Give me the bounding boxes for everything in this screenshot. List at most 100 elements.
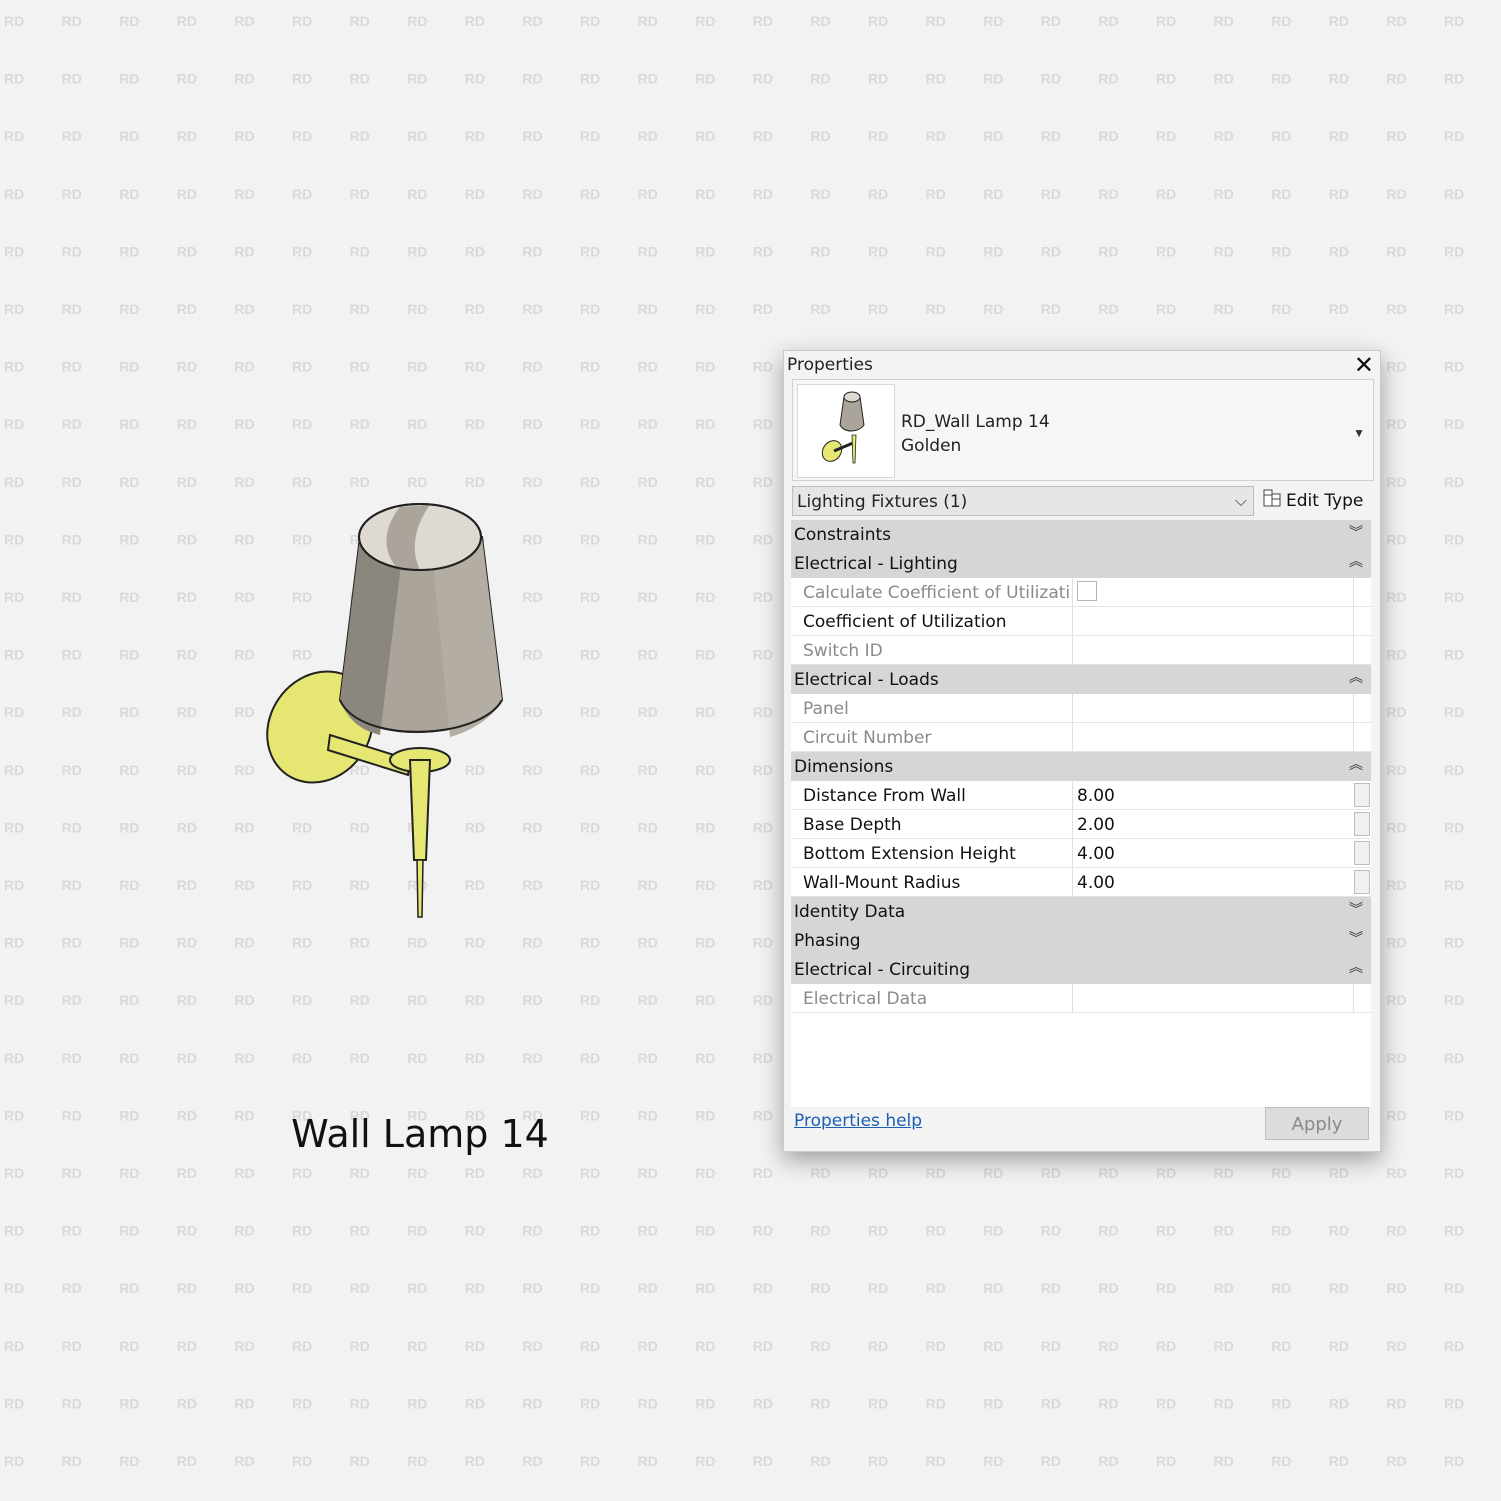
watermark-text: RD bbox=[868, 1165, 888, 1181]
watermark-text: RD bbox=[1214, 1165, 1234, 1181]
watermark-text: RD bbox=[177, 1395, 197, 1411]
group-dimensions[interactable]: Dimensions ︽ bbox=[791, 752, 1371, 781]
watermark-text: RD bbox=[119, 877, 139, 893]
watermark-text: RD bbox=[695, 1165, 715, 1181]
watermark-text: RD bbox=[868, 13, 888, 29]
watermark-text: RD bbox=[350, 71, 370, 87]
watermark-text: RD bbox=[695, 1107, 715, 1123]
watermark-text: RD bbox=[407, 1338, 427, 1354]
watermark-text: RD bbox=[62, 1165, 82, 1181]
watermark-text: RD bbox=[1386, 128, 1406, 144]
collapse-icon[interactable]: ︽ bbox=[1349, 957, 1363, 977]
watermark-text: RD bbox=[4, 531, 24, 547]
watermark-text: RD bbox=[350, 1453, 370, 1469]
group-electrical-lighting[interactable]: Electrical - Lighting ︽ bbox=[791, 549, 1371, 578]
watermark-text: RD bbox=[983, 1338, 1003, 1354]
watermark-text: RD bbox=[1386, 71, 1406, 87]
watermark-text: RD bbox=[1386, 301, 1406, 317]
watermark-text: RD bbox=[4, 1223, 24, 1239]
type-selector[interactable]: RD_Wall Lamp 14 Golden ▼ bbox=[792, 379, 1374, 481]
watermark-text: RD bbox=[1444, 13, 1464, 29]
group-label: Constraints bbox=[794, 525, 891, 545]
watermark-text: RD bbox=[1098, 71, 1118, 87]
watermark-text: RD bbox=[465, 1050, 485, 1066]
watermark-text: RD bbox=[580, 589, 600, 605]
watermark-text: RD bbox=[292, 186, 312, 202]
watermark-text: RD bbox=[638, 243, 658, 259]
watermark-text: RD bbox=[638, 647, 658, 663]
watermark-text: RD bbox=[119, 1280, 139, 1296]
watermark-text: RD bbox=[4, 186, 24, 202]
associate-parameter-button[interactable] bbox=[1354, 783, 1370, 807]
watermark-text: RD bbox=[580, 1338, 600, 1354]
associate-parameter-button[interactable] bbox=[1354, 812, 1370, 836]
watermark-text: RD bbox=[350, 992, 370, 1008]
watermark-text: RD bbox=[465, 1223, 485, 1239]
watermark-text: RD bbox=[1098, 13, 1118, 29]
watermark-text: RD bbox=[926, 1453, 946, 1469]
property-row-switch-id: Switch ID bbox=[791, 636, 1371, 665]
expand-icon[interactable]: ︾ bbox=[1349, 928, 1363, 948]
group-constraints[interactable]: Constraints ︾ bbox=[791, 520, 1371, 549]
watermark-text: RD bbox=[119, 531, 139, 547]
watermark-text: RD bbox=[1271, 1223, 1291, 1239]
group-phasing[interactable]: Phasing ︾ bbox=[791, 926, 1371, 955]
edit-type-button[interactable]: Edit Type bbox=[1262, 488, 1363, 513]
watermark-text: RD bbox=[638, 762, 658, 778]
watermark-text: RD bbox=[810, 13, 830, 29]
watermark-text: RD bbox=[638, 992, 658, 1008]
apply-button[interactable]: Apply bbox=[1265, 1107, 1369, 1140]
properties-help-link[interactable]: Properties help bbox=[794, 1111, 922, 1131]
property-value[interactable] bbox=[1073, 607, 1353, 635]
watermark-text: RD bbox=[580, 1050, 600, 1066]
watermark-text: RD bbox=[983, 301, 1003, 317]
group-electrical-loads[interactable]: Electrical - Loads ︽ bbox=[791, 665, 1371, 694]
watermark-text: RD bbox=[522, 1395, 542, 1411]
watermark-text: RD bbox=[638, 71, 658, 87]
watermark-text: RD bbox=[350, 1395, 370, 1411]
panel-title-bar[interactable]: Properties ✕ bbox=[784, 351, 1380, 380]
expand-icon[interactable]: ︾ bbox=[1349, 522, 1363, 542]
watermark-text: RD bbox=[1386, 1395, 1406, 1411]
element-filter-dropdown[interactable]: Lighting Fixtures (1) ⌵ bbox=[792, 486, 1254, 516]
watermark-text: RD bbox=[1271, 301, 1291, 317]
watermark-text: RD bbox=[62, 301, 82, 317]
chevron-down-icon[interactable]: ▼ bbox=[1353, 426, 1365, 440]
watermark-text: RD bbox=[926, 186, 946, 202]
watermark-text: RD bbox=[1329, 128, 1349, 144]
expand-icon[interactable]: ︾ bbox=[1349, 899, 1363, 919]
checkbox[interactable] bbox=[1077, 581, 1097, 601]
group-identity-data[interactable]: Identity Data ︾ bbox=[791, 897, 1371, 926]
watermark-text: RD bbox=[753, 243, 773, 259]
watermark-text: RD bbox=[753, 186, 773, 202]
watermark-text: RD bbox=[62, 1338, 82, 1354]
collapse-icon[interactable]: ︽ bbox=[1349, 754, 1363, 774]
property-value[interactable]: 8.00 bbox=[1073, 781, 1353, 809]
watermark-text: RD bbox=[119, 935, 139, 951]
filter-value: Lighting Fixtures (1) bbox=[797, 492, 968, 512]
watermark-text: RD bbox=[1271, 1453, 1291, 1469]
watermark-text: RD bbox=[1386, 474, 1406, 490]
group-electrical-circuiting[interactable]: Electrical - Circuiting ︽ bbox=[791, 955, 1371, 984]
property-value bbox=[1073, 694, 1353, 722]
watermark-text: RD bbox=[580, 243, 600, 259]
property-value[interactable]: 4.00 bbox=[1073, 868, 1353, 896]
associate-parameter-button[interactable] bbox=[1354, 841, 1370, 865]
property-value[interactable]: 4.00 bbox=[1073, 839, 1353, 867]
watermark-text: RD bbox=[1386, 531, 1406, 547]
watermark-text: RD bbox=[1444, 992, 1464, 1008]
watermark-text: RD bbox=[695, 704, 715, 720]
watermark-text: RD bbox=[983, 1165, 1003, 1181]
watermark-text: RD bbox=[983, 1395, 1003, 1411]
watermark-text: RD bbox=[695, 71, 715, 87]
watermark-text: RD bbox=[350, 359, 370, 375]
watermark-text: RD bbox=[62, 243, 82, 259]
collapse-icon[interactable]: ︽ bbox=[1349, 667, 1363, 687]
property-value[interactable]: 2.00 bbox=[1073, 810, 1353, 838]
close-icon[interactable]: ✕ bbox=[1354, 351, 1374, 380]
watermark-text: RD bbox=[1214, 128, 1234, 144]
associate-parameter-button[interactable] bbox=[1354, 870, 1370, 894]
collapse-icon[interactable]: ︽ bbox=[1349, 551, 1363, 571]
watermark-text: RD bbox=[407, 1165, 427, 1181]
watermark-text: RD bbox=[926, 1338, 946, 1354]
